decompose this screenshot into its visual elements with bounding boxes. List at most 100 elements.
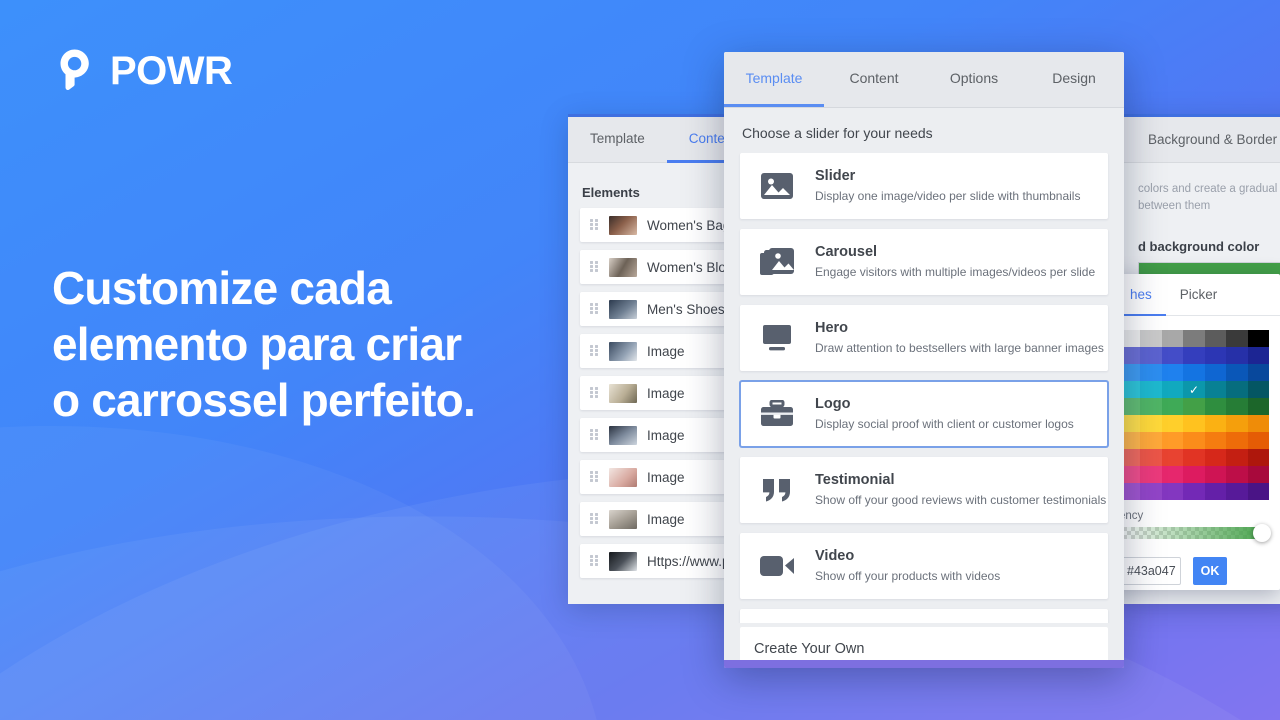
color-swatch[interactable] xyxy=(1140,347,1162,364)
color-swatch[interactable] xyxy=(1204,364,1227,381)
drag-handle-icon[interactable] xyxy=(590,386,599,400)
element-label: Image xyxy=(647,469,685,485)
color-swatch[interactable] xyxy=(1247,483,1269,500)
color-swatch[interactable] xyxy=(1204,449,1227,466)
color-swatch[interactable] xyxy=(1161,483,1184,500)
background-color-label: d background color xyxy=(1138,239,1260,254)
color-swatch[interactable] xyxy=(1183,466,1205,483)
color-swatch[interactable] xyxy=(1140,432,1162,449)
template-card-logo[interactable]: Logo Display social proof with client or … xyxy=(740,381,1108,447)
transparency-slider-knob[interactable] xyxy=(1253,524,1271,542)
drag-handle-icon[interactable] xyxy=(590,260,599,274)
color-swatch[interactable] xyxy=(1183,347,1205,364)
color-swatch[interactable] xyxy=(1204,415,1227,432)
modal-tab-template[interactable]: Template xyxy=(724,52,824,107)
color-swatch[interactable] xyxy=(1247,432,1269,449)
color-swatch[interactable] xyxy=(1161,415,1184,432)
color-swatch[interactable] xyxy=(1247,364,1269,381)
color-swatch[interactable] xyxy=(1226,432,1248,449)
headline-line-1: Customize cada xyxy=(52,262,392,314)
drag-handle-icon[interactable] xyxy=(590,554,599,568)
color-swatch[interactable] xyxy=(1183,415,1205,432)
color-swatch[interactable] xyxy=(1226,330,1248,347)
drag-handle-icon[interactable] xyxy=(590,344,599,358)
color-swatch[interactable] xyxy=(1204,466,1227,483)
template-card-carousel[interactable]: Carousel Engage visitors with multiple im… xyxy=(740,229,1108,295)
color-swatch[interactable] xyxy=(1183,330,1205,347)
color-swatch[interactable] xyxy=(1161,398,1184,415)
color-swatch[interactable] xyxy=(1226,449,1248,466)
color-swatch[interactable] xyxy=(1247,415,1269,432)
drag-handle-icon[interactable] xyxy=(590,302,599,316)
color-swatch[interactable] xyxy=(1204,398,1227,415)
color-swatch[interactable] xyxy=(1183,432,1205,449)
color-swatch[interactable] xyxy=(1204,330,1227,347)
color-swatch[interactable] xyxy=(1161,381,1184,398)
color-swatch[interactable] xyxy=(1247,330,1269,347)
color-swatch[interactable] xyxy=(1204,483,1227,500)
color-swatch[interactable] xyxy=(1161,449,1184,466)
template-name: Slider xyxy=(815,168,856,184)
color-swatch[interactable] xyxy=(1161,466,1184,483)
tab-template[interactable]: Template xyxy=(568,117,667,163)
transparency-slider[interactable] xyxy=(1119,524,1271,542)
drag-handle-icon[interactable] xyxy=(590,512,599,526)
template-card-slider[interactable]: Slider Display one image/video per slide … xyxy=(740,153,1108,219)
color-swatch[interactable] xyxy=(1140,330,1162,347)
color-swatch[interactable] xyxy=(1140,364,1162,381)
color-swatch[interactable] xyxy=(1226,381,1248,398)
color-swatch[interactable]: ✓ xyxy=(1183,381,1205,398)
color-swatch[interactable] xyxy=(1226,364,1248,381)
template-name: Logo xyxy=(815,396,851,412)
color-swatch[interactable] xyxy=(1183,449,1205,466)
drag-handle-icon[interactable] xyxy=(590,218,599,232)
ok-button[interactable]: OK xyxy=(1193,557,1227,585)
color-picker-popover: hes Picker ✓ ency #43a047 OK xyxy=(1108,274,1280,590)
color-swatch[interactable] xyxy=(1204,381,1227,398)
modal-subtitle: Choose a slider for your needs xyxy=(742,125,933,141)
modal-tab-design[interactable]: Design xyxy=(1024,52,1124,107)
color-swatch[interactable] xyxy=(1183,398,1205,415)
color-swatch[interactable] xyxy=(1247,449,1269,466)
color-swatch[interactable] xyxy=(1161,347,1184,364)
color-swatch[interactable] xyxy=(1247,398,1269,415)
template-description: Draw attention to bestsellers with large… xyxy=(815,341,1104,355)
color-swatch[interactable] xyxy=(1247,347,1269,364)
briefcase-icon xyxy=(755,400,799,428)
color-swatch[interactable] xyxy=(1140,449,1162,466)
color-swatch[interactable] xyxy=(1161,432,1184,449)
color-swatch[interactable] xyxy=(1226,398,1248,415)
color-swatch[interactable] xyxy=(1204,347,1227,364)
tab-background-border[interactable]: Background & Border xyxy=(1148,132,1277,147)
hex-color-input[interactable]: #43a047 xyxy=(1119,557,1181,585)
modal-tab-options[interactable]: Options xyxy=(924,52,1024,107)
color-swatch[interactable] xyxy=(1161,364,1184,381)
drag-handle-icon[interactable] xyxy=(590,428,599,442)
color-swatch[interactable] xyxy=(1183,364,1205,381)
color-swatch[interactable] xyxy=(1140,381,1162,398)
color-swatch[interactable] xyxy=(1226,347,1248,364)
color-swatch[interactable] xyxy=(1140,483,1162,500)
color-swatch[interactable] xyxy=(1204,432,1227,449)
color-swatch[interactable] xyxy=(1226,483,1248,500)
drag-handle-icon[interactable] xyxy=(590,470,599,484)
color-swatch[interactable] xyxy=(1247,466,1269,483)
color-swatch[interactable] xyxy=(1247,381,1269,398)
color-swatch[interactable] xyxy=(1161,330,1184,347)
color-swatch[interactable] xyxy=(1226,415,1248,432)
template-list: Slider Display one image/video per slide … xyxy=(724,153,1124,623)
color-swatch[interactable] xyxy=(1183,483,1205,500)
modal-bottom-accent-bar xyxy=(724,660,1124,668)
template-card-video[interactable]: Video Show off your products with videos xyxy=(740,533,1108,599)
color-swatch[interactable] xyxy=(1226,466,1248,483)
template-card-blank[interactable]: BlankStart from scratch xyxy=(740,609,1108,623)
color-swatch[interactable] xyxy=(1140,415,1162,432)
template-card-hero[interactable]: Hero Draw attention to bestsellers with l… xyxy=(740,305,1108,371)
template-card-testimonial[interactable]: Testimonial Show off your good reviews wi… xyxy=(740,457,1108,523)
tab-picker[interactable]: Picker xyxy=(1166,274,1232,316)
modal-tab-content[interactable]: Content xyxy=(824,52,924,107)
element-thumbnail xyxy=(609,425,637,445)
color-swatch[interactable] xyxy=(1140,398,1162,415)
color-picker-footer: #43a047 OK xyxy=(1119,557,1280,585)
color-swatch[interactable] xyxy=(1140,466,1162,483)
